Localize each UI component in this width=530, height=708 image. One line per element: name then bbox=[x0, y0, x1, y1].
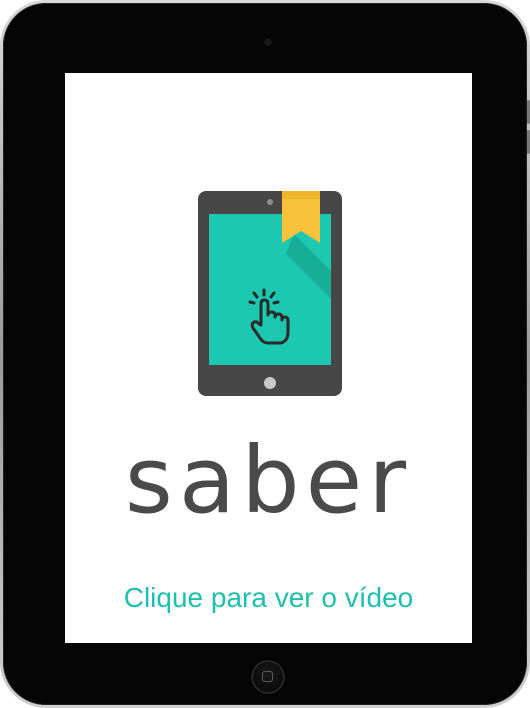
tablet-touch-icon bbox=[198, 191, 342, 396]
home-square-icon bbox=[262, 671, 273, 682]
tablet-frame: saber Clique para ver o vídeo bbox=[0, 0, 530, 708]
front-camera bbox=[265, 39, 271, 45]
home-button[interactable] bbox=[251, 660, 285, 694]
play-video-link[interactable]: Clique para ver o vídeo bbox=[65, 578, 472, 618]
illustration-home-button bbox=[264, 377, 276, 389]
illustration-camera bbox=[267, 199, 273, 205]
tablet-bezel: saber Clique para ver o vídeo bbox=[3, 3, 527, 705]
tablet-screen[interactable]: saber Clique para ver o vídeo bbox=[65, 73, 472, 643]
brand-logo-text: saber bbox=[124, 427, 413, 534]
